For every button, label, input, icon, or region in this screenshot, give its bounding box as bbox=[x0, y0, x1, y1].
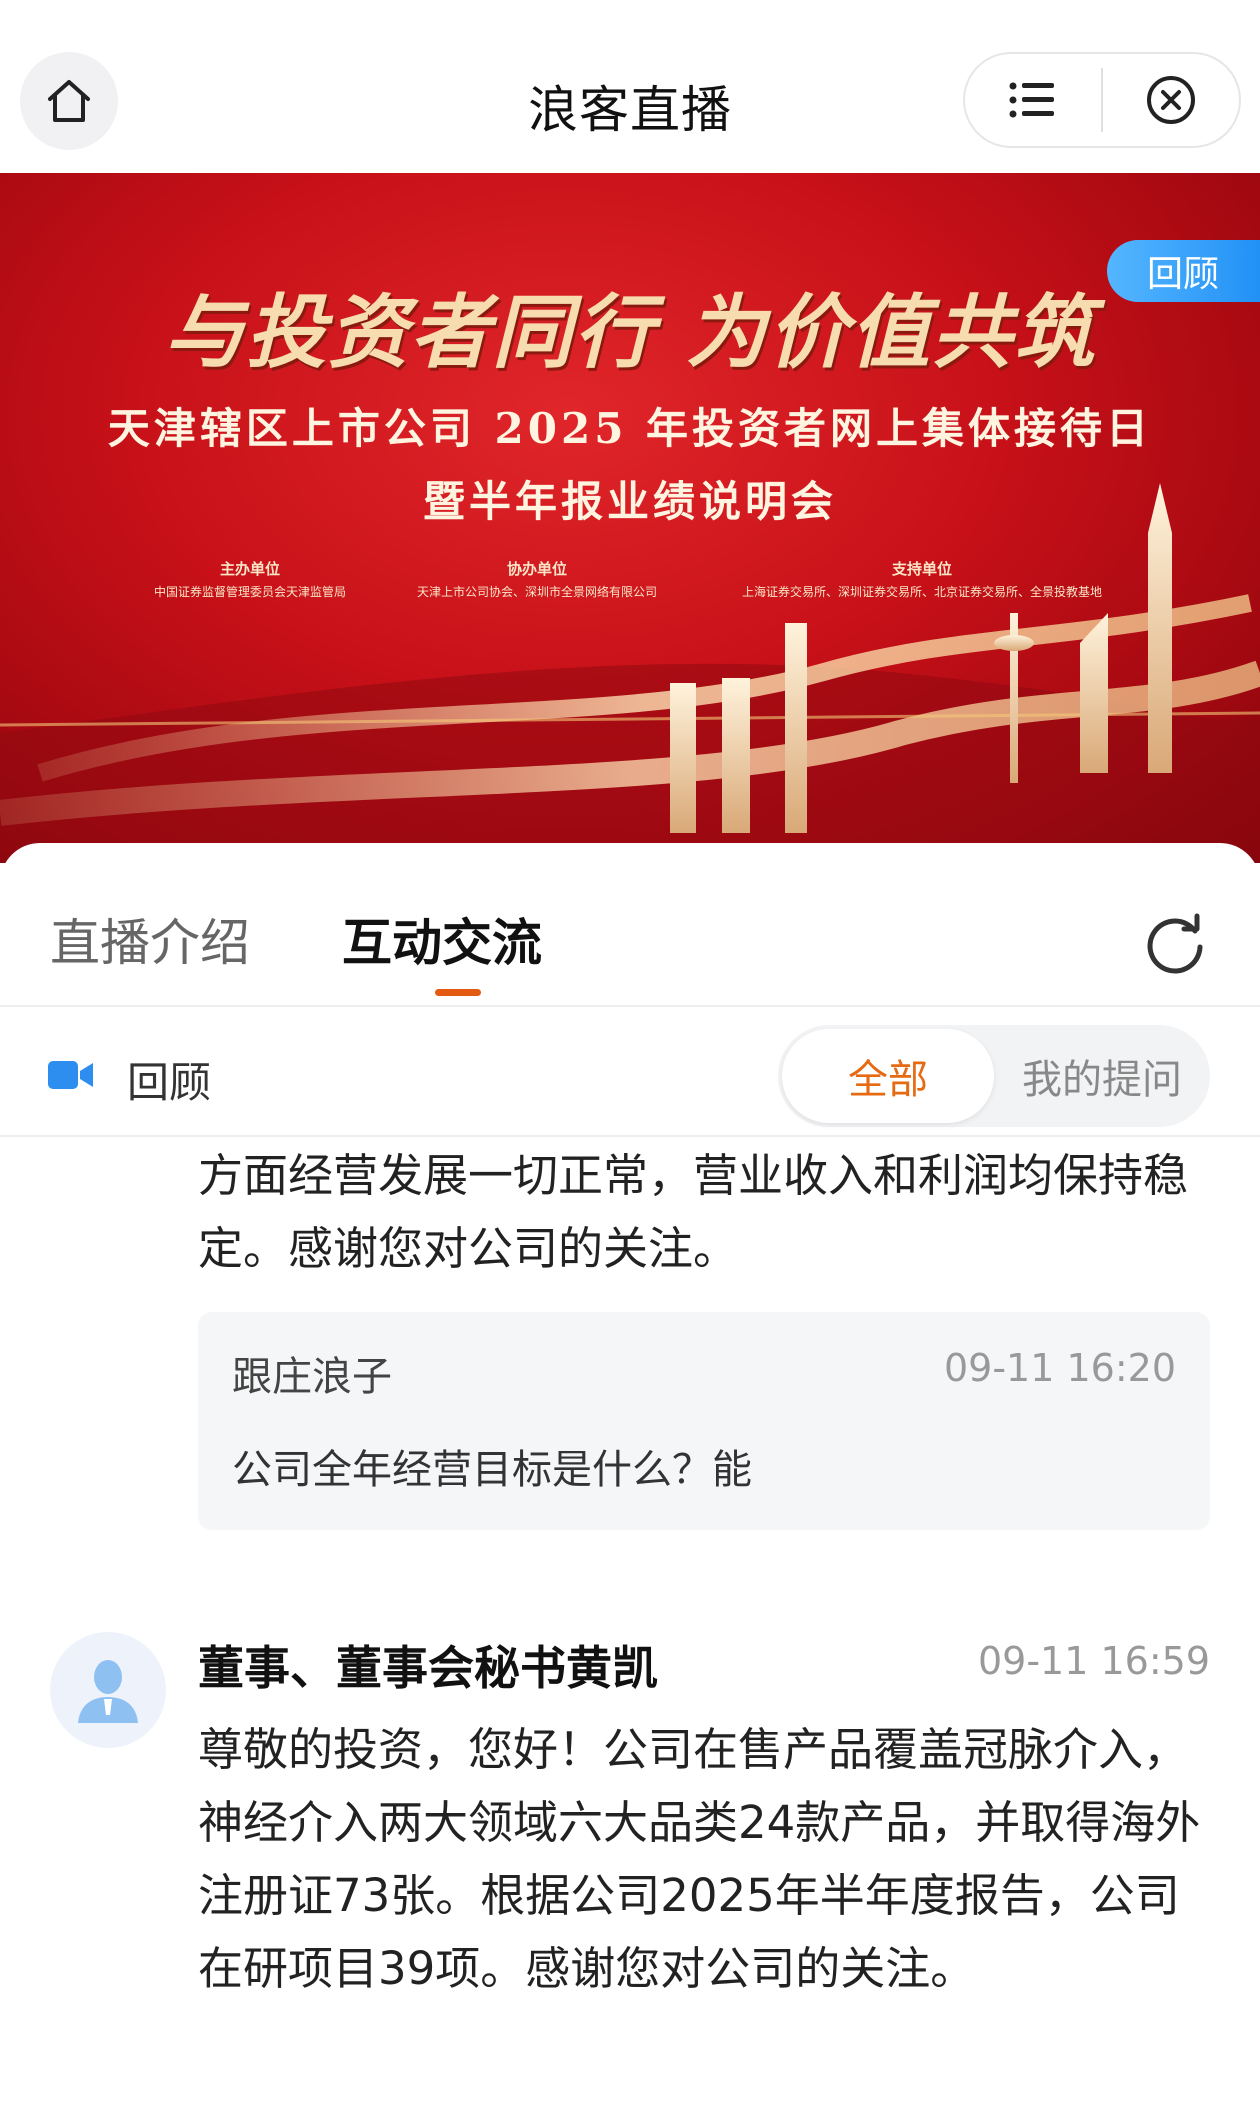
filter-my-questions-button[interactable]: 我的提问 bbox=[994, 1025, 1210, 1127]
close-button[interactable] bbox=[1103, 54, 1239, 146]
previous-answer-text: 方面经营发展一切正常，营业收入和利润均保持稳定。感谢您对公司的关注。 bbox=[198, 1149, 1189, 1275]
question-filter-segment: 全部 我的提问 bbox=[778, 1025, 1210, 1127]
menu-icon bbox=[1009, 82, 1054, 118]
organizer-cohost: 协办单位 天津上市公司协会、深圳市全景网络有限公司 bbox=[392, 558, 682, 600]
mini-program-capsule bbox=[963, 52, 1241, 148]
tab-bar: 直播介绍 互动交流 bbox=[0, 843, 1260, 1007]
filter-bar: 回顾 全部 我的提问 bbox=[0, 1007, 1260, 1137]
filter-all-button[interactable]: 全部 bbox=[782, 1029, 994, 1123]
active-tab-indicator bbox=[435, 989, 481, 996]
quoted-question-card[interactable]: 跟庄浪子 09-11 16:20 公司全年经营目标是什么？能 bbox=[198, 1312, 1210, 1530]
reply-timestamp: 09-11 16:59 bbox=[977, 1639, 1210, 1683]
replay-label: 回顾 bbox=[127, 1058, 212, 1107]
top-nav-bar: 浪客直播 bbox=[0, 0, 1260, 173]
organizer-role: 主办单位 bbox=[219, 560, 280, 578]
qa-feed[interactable]: 方面经营发展一切正常，营业收入和利润均保持稳定。感谢您对公司的关注。 跟庄浪子 … bbox=[0, 1137, 1260, 2115]
question-text: 公司全年经营目标是什么？能 bbox=[232, 1447, 752, 1493]
reply-text: 尊敬的投资，您好！公司在售产品覆盖冠脉介入，神经介入两大领域六大品类24款产品，… bbox=[198, 1723, 1201, 1995]
organizer-role: 协办单位 bbox=[506, 560, 567, 578]
question-timestamp: 09-11 16:20 bbox=[943, 1346, 1176, 1390]
banner-subtitle: 暨半年报业绩说明会 bbox=[422, 477, 837, 526]
banner-title: 天津辖区上市公司 2025 年投资者网上集体接待日 bbox=[107, 404, 1153, 453]
avatar[interactable] bbox=[50, 1632, 166, 1748]
refresh-button[interactable] bbox=[1140, 909, 1210, 979]
reply-author: 董事、董事会秘书黄凯 bbox=[198, 1641, 658, 1695]
refresh-icon bbox=[1147, 913, 1203, 974]
content-sheet: 直播介绍 互动交流 回顾 全部 我的提问 方面经营发展一切正常，营业收入和利润均… bbox=[0, 843, 1260, 2115]
video-camera-icon bbox=[48, 1061, 93, 1089]
live-banner[interactable]: 与投资者同行 为价值共筑 天津辖区上市公司 2025 年投资者网上集体接待日 暨… bbox=[0, 173, 1260, 863]
replay-badge: 回顾 bbox=[1107, 240, 1260, 302]
tab-interact[interactable]: 互动交流 bbox=[342, 903, 542, 975]
organizer-role: 支持单位 bbox=[891, 560, 952, 578]
organizer-names: 中国证券监督管理委员会天津监管局 bbox=[153, 585, 346, 599]
banner-slogan: 与投资者同行 为价值共筑 bbox=[164, 285, 1096, 379]
question-username: 跟庄浪子 bbox=[232, 1354, 392, 1400]
close-circle-icon bbox=[1147, 76, 1195, 124]
organizer-names: 天津上市公司协会、深圳市全景网络有限公司 bbox=[416, 585, 657, 599]
organizer-host: 主办单位 中国证券监督管理委员会天津监管局 bbox=[130, 558, 370, 600]
organizer-names: 上海证券交易所、深圳证券交易所、北京证券交易所、全景投教基地 bbox=[741, 585, 1102, 599]
user-avatar-icon bbox=[78, 1660, 138, 1723]
tab-intro[interactable]: 直播介绍 bbox=[50, 903, 250, 975]
menu-button[interactable] bbox=[965, 54, 1101, 146]
organizer-support: 支持单位 上海证券交易所、深圳证券交易所、北京证券交易所、全景投教基地 bbox=[712, 558, 1132, 600]
